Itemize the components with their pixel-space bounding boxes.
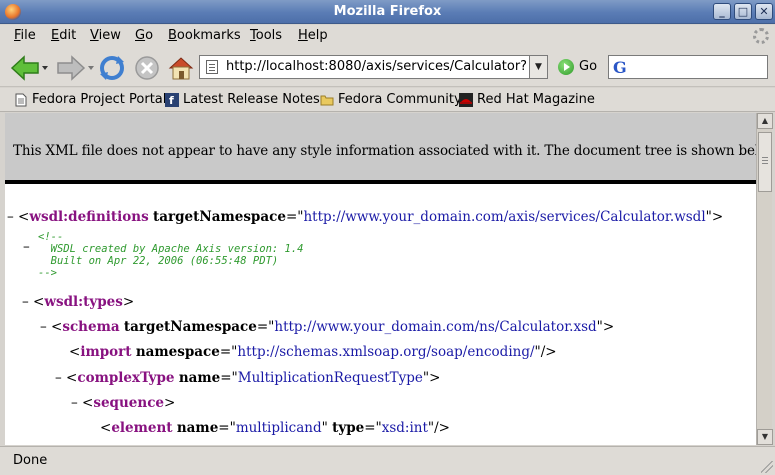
window-title: Mozilla Firefox — [333, 4, 442, 19]
menu-view[interactable]: View — [90, 28, 121, 43]
xml-node-definitions: – <wsdl:definitions targetNamespace="htt… — [7, 209, 724, 225]
status-bar: Done — [0, 446, 775, 475]
forward-dropdown-icon — [88, 66, 94, 70]
search-input[interactable] — [637, 59, 763, 73]
google-search-engine-icon[interactable]: G — [613, 58, 627, 77]
stop-button[interactable] — [134, 54, 160, 82]
xml-node-types: – <wsdl:types> — [22, 294, 135, 310]
scroll-down-arrow-icon[interactable]: ▼ — [757, 429, 773, 445]
scrollbar-thumb[interactable] — [758, 132, 772, 192]
page-content: This XML file does not appear to have an… — [5, 113, 756, 445]
xml-node-schema: – <schema targetNamespace="http://www.yo… — [40, 319, 615, 335]
collapse-toggle[interactable]: – — [55, 370, 66, 386]
bookmark-fedora-community[interactable]: Fedora Community — [320, 92, 462, 109]
minimize-button[interactable]: _ — [713, 3, 731, 20]
collapse-toggle[interactable]: – — [40, 319, 51, 335]
forward-button[interactable] — [54, 54, 94, 82]
scroll-up-arrow-icon[interactable]: ▲ — [757, 113, 773, 129]
home-button[interactable] — [167, 54, 195, 82]
back-dropdown-icon — [42, 66, 48, 70]
xml-node-complextype: – <complexType name="MultiplicationReque… — [55, 370, 441, 386]
bookmarks-toolbar: Fedora Project Portal f Latest Release N… — [0, 88, 775, 112]
go-arrow-icon — [558, 59, 574, 75]
collapse-toggle[interactable]: – — [71, 395, 82, 411]
reload-button[interactable] — [98, 54, 126, 82]
collapse-toggle[interactable]: – — [23, 239, 30, 255]
title-bar: Mozilla Firefox _ □ ✕ — [0, 0, 775, 24]
svg-text:f: f — [169, 94, 174, 107]
bookmark-fedora-project-portal[interactable]: Fedora Project Portal — [14, 92, 166, 109]
xml-node-sequence: – <sequence> — [71, 395, 176, 411]
xml-comment: <!-- WSDL created by Apache Axis version… — [38, 231, 304, 279]
search-box[interactable]: G — [608, 55, 768, 79]
status-text: Done — [13, 453, 48, 468]
vertical-scrollbar[interactable]: ▲ ▼ — [756, 113, 773, 445]
page-icon — [15, 93, 27, 107]
bookmark-red-hat-magazine[interactable]: Red Hat Magazine — [459, 92, 595, 109]
xml-node-import: <import namespace="http://schemas.xmlsoa… — [69, 344, 557, 360]
maximize-button[interactable]: □ — [734, 3, 752, 20]
menu-file[interactable]: File — [14, 28, 36, 43]
xml-info-banner: This XML file does not appear to have an… — [5, 113, 756, 184]
folder-icon — [320, 95, 334, 106]
close-button[interactable]: ✕ — [755, 3, 773, 20]
back-button[interactable] — [8, 54, 48, 82]
bookmark-latest-release-notes[interactable]: f Latest Release Notes — [165, 92, 320, 109]
menu-bookmarks[interactable]: Bookmarks — [168, 28, 241, 43]
menu-go[interactable]: Go — [135, 28, 153, 43]
page-icon — [206, 60, 218, 74]
fedora-icon: f — [165, 93, 179, 107]
redhat-icon — [459, 93, 473, 107]
collapse-toggle[interactable]: – — [7, 209, 18, 225]
menu-bar: File Edit View Go Bookmarks Tools Help — [0, 25, 775, 48]
xml-node-element: <element name="multiplicand" type="xsd:i… — [100, 420, 450, 436]
activity-throbber-icon — [753, 28, 769, 44]
url-input[interactable] — [226, 59, 526, 74]
collapse-toggle[interactable]: – — [22, 294, 33, 310]
resize-grip-icon[interactable] — [761, 461, 773, 473]
menu-edit[interactable]: Edit — [51, 28, 76, 43]
menu-help[interactable]: Help — [298, 28, 328, 43]
xml-info-message: This XML file does not appear to have an… — [13, 143, 756, 159]
menu-tools[interactable]: Tools — [250, 28, 282, 43]
url-history-dropdown[interactable]: ▼ — [529, 56, 547, 78]
url-bar[interactable]: ▼ — [199, 55, 548, 79]
